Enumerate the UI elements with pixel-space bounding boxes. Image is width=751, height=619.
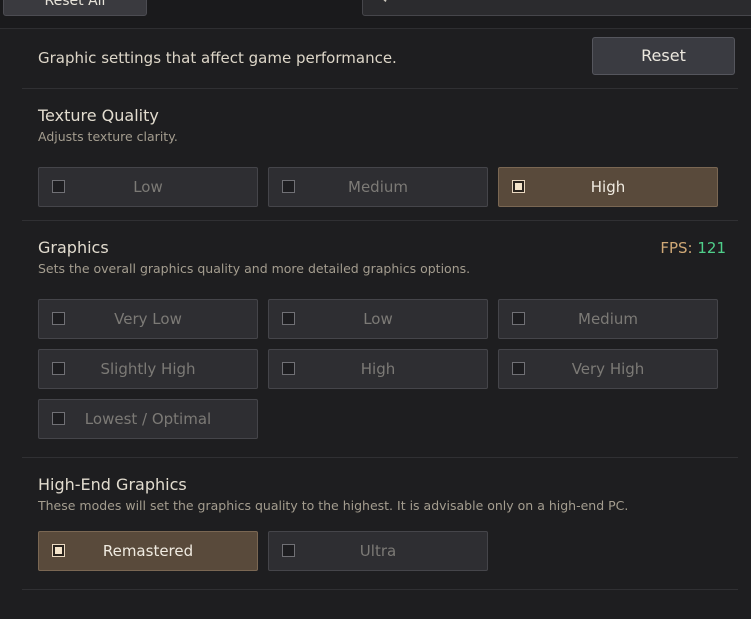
fps-value: 121: [697, 239, 726, 257]
graphics-settings-panel: Graphic settings that affect game perfor…: [22, 29, 738, 619]
search-input[interactable]: [362, 0, 751, 16]
high-end-graphics-title: High-End Graphics: [38, 475, 187, 494]
texture-option-low[interactable]: Low: [38, 167, 258, 207]
graphics-option-slightly-high[interactable]: Slightly High: [38, 349, 258, 389]
texture-quality-subtitle: Adjusts texture clarity.: [38, 129, 178, 144]
graphics-option-lowest-optimal[interactable]: Lowest / Optimal: [38, 399, 258, 439]
high-end-option-ultra[interactable]: Ultra: [268, 531, 488, 571]
option-label: Slightly High: [100, 360, 196, 378]
search-icon: [383, 0, 387, 3]
fps-label: FPS:: [660, 239, 693, 257]
texture-option-high[interactable]: High: [498, 167, 718, 207]
texture-quality-section: Texture Quality Adjusts texture clarity.…: [22, 89, 738, 221]
option-label: High: [590, 178, 626, 196]
high-end-graphics-section: High-End Graphics These modes will set t…: [22, 458, 738, 590]
option-label: High: [360, 360, 396, 378]
option-label: Very High: [571, 360, 645, 378]
graphics-section: Graphics FPS: 121 Sets the overall graph…: [22, 221, 738, 458]
reset-button[interactable]: Reset: [592, 37, 735, 75]
graphics-title: Graphics: [38, 238, 109, 257]
settings-description: Graphic settings that affect game perfor…: [38, 49, 397, 67]
option-label: Medium: [578, 310, 638, 328]
texture-quality-title: Texture Quality: [38, 106, 159, 125]
graphics-option-low[interactable]: Low: [268, 299, 488, 339]
option-label: Ultra: [359, 542, 397, 560]
settings-header: Graphic settings that affect game perfor…: [22, 29, 738, 89]
top-toolbar: Reset All: [0, 0, 751, 29]
option-label: Remastered: [102, 542, 194, 560]
high-end-option-remastered[interactable]: Remastered: [38, 531, 258, 571]
graphics-option-very-high[interactable]: Very High: [498, 349, 718, 389]
graphics-option-medium[interactable]: Medium: [498, 299, 718, 339]
reset-all-button[interactable]: Reset All: [3, 0, 147, 16]
graphics-option-very-low[interactable]: Very Low: [38, 299, 258, 339]
option-label: Very Low: [114, 310, 182, 328]
graphics-option-high[interactable]: High: [268, 349, 488, 389]
option-label: Medium: [348, 178, 408, 196]
option-label: Low: [133, 178, 163, 196]
option-label: Low: [363, 310, 393, 328]
graphics-subtitle: Sets the overall graphics quality and mo…: [38, 261, 471, 276]
fps-counter: FPS: 121: [660, 239, 726, 257]
high-end-graphics-subtitle: These modes will set the graphics qualit…: [38, 498, 629, 513]
option-label: Lowest / Optimal: [84, 410, 212, 428]
texture-option-medium[interactable]: Medium: [268, 167, 488, 207]
